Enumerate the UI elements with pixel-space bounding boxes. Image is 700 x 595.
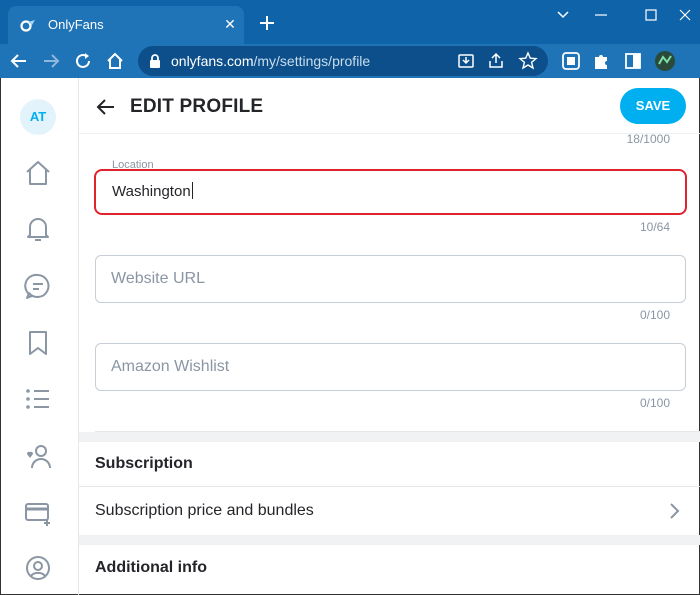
address-bar[interactable]: onlyfans.com/my/settings/profile	[138, 46, 548, 76]
home-icon[interactable]	[23, 158, 53, 188]
section-gap	[79, 535, 700, 545]
forward-icon[interactable]	[40, 50, 62, 72]
page-title: EDIT PROFILE	[130, 96, 264, 117]
profile-icon[interactable]	[23, 553, 53, 583]
user-avatar[interactable]: AT	[20, 99, 56, 135]
share-icon[interactable]	[486, 51, 506, 71]
browser-tab[interactable]: OnlyFans ✕	[8, 6, 244, 44]
bell-icon[interactable]	[23, 214, 53, 244]
side-panel-icon[interactable]	[622, 50, 644, 72]
screenshot-extension-icon[interactable]	[560, 50, 582, 72]
location-value: Washington	[112, 182, 193, 200]
subscription-price-label: Subscription price and bundles	[95, 502, 314, 519]
section-gap	[79, 432, 700, 442]
sidebar: AT	[1, 78, 79, 595]
window-close-icon[interactable]	[670, 4, 700, 26]
amazon-wishlist-placeholder: Amazon Wishlist	[111, 358, 230, 375]
additional-info-section-title: Additional info	[95, 559, 207, 576]
lock-icon	[150, 54, 160, 68]
save-button[interactable]: SAVE	[620, 88, 686, 124]
back-arrow-icon[interactable]	[95, 96, 117, 118]
browser-toolbar: onlyfans.com/my/settings/profile	[0, 44, 700, 78]
website-counter: 0/100	[639, 308, 670, 322]
bookmark-icon[interactable]	[23, 328, 53, 358]
onlyfans-favicon-icon	[20, 20, 35, 32]
install-icon[interactable]	[456, 51, 476, 71]
tab-title: OnlyFans	[48, 17, 104, 32]
url-text: onlyfans.com/my/settings/profile	[171, 53, 371, 69]
maximize-icon[interactable]	[636, 4, 666, 26]
amazon-wishlist-field[interactable]: Amazon Wishlist	[95, 343, 686, 391]
website-url-field[interactable]: Website URL	[95, 255, 686, 303]
card-icon[interactable]	[23, 498, 53, 528]
website-url-placeholder: Website URL	[111, 270, 205, 287]
minimize-icon[interactable]	[586, 4, 616, 26]
back-icon[interactable]	[8, 50, 30, 72]
tab-close-icon[interactable]: ✕	[221, 15, 239, 33]
chevron-right-icon	[670, 503, 680, 519]
bookmark-star-icon[interactable]	[518, 51, 538, 71]
reload-icon[interactable]	[72, 50, 94, 72]
profile-avatar-icon[interactable]	[654, 50, 676, 72]
app-page: AT EDIT PROFILE SAVE 18/1000 Location Wa…	[0, 78, 700, 595]
location-counter: 10/64	[639, 220, 670, 234]
browser-tab-bar: OnlyFans ✕	[0, 0, 700, 44]
subscriptions-icon[interactable]	[23, 441, 53, 471]
home-browser-icon[interactable]	[104, 50, 126, 72]
lists-icon[interactable]	[23, 384, 53, 414]
about-counter: 18/1000	[626, 132, 670, 146]
wishlist-counter: 0/100	[639, 396, 670, 410]
subscription-price-row[interactable]: Subscription price and bundles	[79, 487, 700, 535]
extensions-puzzle-icon[interactable]	[590, 50, 612, 72]
location-field[interactable]: Washington	[94, 169, 687, 215]
new-tab-icon[interactable]	[256, 12, 278, 34]
messages-icon[interactable]	[23, 271, 53, 301]
chevron-down-icon[interactable]	[548, 4, 578, 26]
text-caret	[191, 182, 193, 199]
subscription-section-title: Subscription	[95, 455, 193, 472]
page-header: EDIT PROFILE SAVE	[79, 78, 700, 134]
profile-form: 18/1000 Location Washington 10/64 Websit…	[79, 132, 700, 595]
